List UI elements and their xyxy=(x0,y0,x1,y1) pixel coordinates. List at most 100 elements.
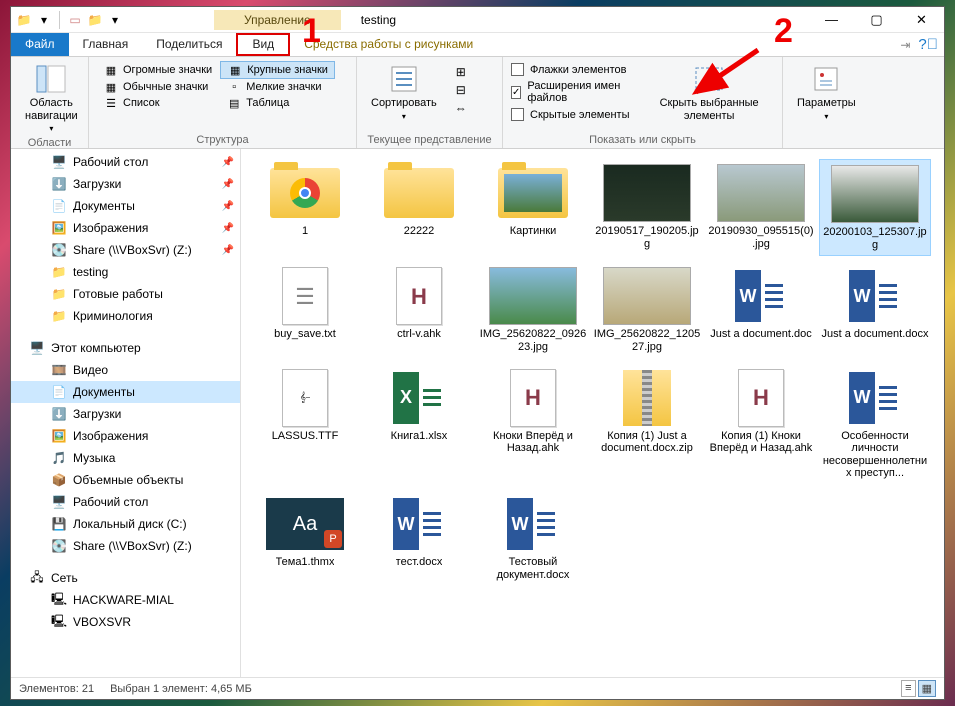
file-item[interactable]: Wтест.docx xyxy=(363,490,475,585)
file-item[interactable]: WJust a document.docx xyxy=(819,262,931,357)
nav-label: Share (\\VBoxSvr) (Z:) xyxy=(73,539,192,553)
tab-home[interactable]: Главная xyxy=(69,33,143,56)
file-thumbnail xyxy=(489,163,577,223)
nav-thispc[interactable]: 🖥️Этот компьютер xyxy=(11,337,240,359)
sort-button[interactable]: Сортировать▾ xyxy=(365,61,443,123)
layout-medium[interactable]: ▦Обычные значки xyxy=(97,79,218,95)
nav-item[interactable]: ⬇️Загрузки xyxy=(11,403,240,425)
file-thumbnail xyxy=(717,163,805,223)
file-thumbnail xyxy=(489,266,577,326)
nav-item[interactable]: 🖥️Рабочий стол xyxy=(11,491,240,513)
addcolumn-icon[interactable]: ⊟ xyxy=(453,83,469,97)
nav-label: Изображения xyxy=(73,221,148,235)
nav-item[interactable]: 📄Документы📌 xyxy=(11,195,240,217)
nav-item[interactable]: 🎞️Видео xyxy=(11,359,240,381)
nav-network[interactable]: 🖧Сеть xyxy=(11,567,240,589)
checkbox-hidden[interactable]: Скрытые элементы xyxy=(511,106,630,123)
file-name: ctrl-v.ahk xyxy=(397,328,441,341)
file-name: Особенности личности несовершеннолетних … xyxy=(821,430,929,481)
nav-icon: ⬇️ xyxy=(51,176,67,192)
navigation-pane-button[interactable]: Область навигации ▾ xyxy=(19,61,84,135)
file-item[interactable]: 𝄞⎯ LASSUS.TTF xyxy=(249,364,361,485)
file-item[interactable]: HКноки Вперёд и Назад.ahk xyxy=(477,364,589,485)
qa-dropdown-icon[interactable]: ▾ xyxy=(35,11,53,29)
close-button[interactable]: ✕ xyxy=(899,7,944,33)
layout-details[interactable]: ▤Таблица xyxy=(220,95,335,111)
options-button[interactable]: Параметры▾ xyxy=(791,61,862,123)
file-item[interactable]: Hctrl-v.ahk xyxy=(363,262,475,357)
file-item[interactable]: WТестовый документ.docx xyxy=(477,490,589,585)
dropdown-icon: ▾ xyxy=(49,124,53,133)
file-view[interactable]: 122222Картинки20190517_190205.jpg2019093… xyxy=(241,149,944,677)
file-item[interactable]: WОсобенности личности несовершеннолетних… xyxy=(819,364,931,485)
maximize-button[interactable]: ▢ xyxy=(854,7,899,33)
nav-item[interactable]: ⬇️ Загрузки 📌 xyxy=(11,173,240,195)
context-subtab[interactable]: Средства работы с рисунками xyxy=(290,33,487,56)
context-tab-manage[interactable]: Управление xyxy=(214,10,341,30)
nav-item[interactable]: 🖳HACKWARE-MIAL xyxy=(11,589,240,611)
annotation-arrow-icon xyxy=(684,44,764,104)
file-item[interactable]: 20190930_095515(0).jpg xyxy=(705,159,817,256)
new-folder-icon[interactable]: 📁 xyxy=(86,11,104,29)
file-item[interactable]: 20200103_125307.jpg xyxy=(819,159,931,256)
checkbox-item-checkboxes[interactable]: Флажки элементов xyxy=(511,61,630,78)
nav-item[interactable]: 🖼️Изображения📌 xyxy=(11,217,240,239)
nav-item[interactable]: 📁Готовые работы xyxy=(11,283,240,305)
file-thumbnail xyxy=(603,368,691,428)
file-item[interactable]: Картинки xyxy=(477,159,589,256)
details-view-icon[interactable]: ≡ xyxy=(901,680,915,697)
options-icon xyxy=(810,63,842,95)
groupby-icon[interactable]: ⊞ xyxy=(453,65,469,79)
nav-label: HACKWARE-MIAL xyxy=(73,593,174,607)
help-icon[interactable]: ?⃝ xyxy=(918,36,938,53)
file-item[interactable]: ☰buy_save.txt xyxy=(249,262,361,357)
pin-ribbon-icon[interactable]: ⇥ xyxy=(900,38,910,52)
thumb-view-icon[interactable]: ▦ xyxy=(918,680,936,697)
tab-share[interactable]: Поделиться xyxy=(142,33,236,56)
file-item[interactable]: 22222 xyxy=(363,159,475,256)
file-item[interactable]: 20190517_190205.jpg xyxy=(591,159,703,256)
nav-label: Загрузки xyxy=(73,177,121,191)
nav-item[interactable]: 🖼️Изображения xyxy=(11,425,240,447)
layout-large[interactable]: ▦Крупные значки xyxy=(220,61,335,79)
file-item[interactable]: AaPТема1.thmx xyxy=(249,490,361,585)
properties-icon[interactable]: ▭ xyxy=(66,11,84,29)
nav-item[interactable]: 📁Криминология xyxy=(11,305,240,327)
file-item[interactable]: HКопия (1) Кноки Вперёд и Назад.ahk xyxy=(705,364,817,485)
nav-label: Криминология xyxy=(73,309,153,323)
navigation-pane[interactable]: 🖥️Рабочий стол📌⬇️Загрузки📌📄Документы📌🖼️И… xyxy=(11,149,241,677)
file-item[interactable]: XКнига1.xlsx xyxy=(363,364,475,485)
nav-label: Загрузки xyxy=(73,407,121,421)
nav-item[interactable]: 🖳VBOXSVR xyxy=(11,611,240,633)
status-count: Элементов: 21 xyxy=(19,683,94,695)
file-thumbnail: W xyxy=(831,368,919,428)
layout-list[interactable]: ☰Список xyxy=(97,95,218,111)
layout-small[interactable]: ▫Мелкие значки xyxy=(220,79,335,95)
nav-item[interactable]: 🎵Музыка xyxy=(11,447,240,469)
tab-view[interactable]: Вид xyxy=(236,33,290,56)
nav-label: Share (\\VBoxSvr) (Z:) xyxy=(73,243,192,257)
nav-item[interactable]: 💾Локальный диск (C:) xyxy=(11,513,240,535)
file-item[interactable]: IMG_25620822_092623.jpg xyxy=(477,262,589,357)
tab-file[interactable]: Файл xyxy=(11,33,69,56)
file-name: LASSUS.TTF xyxy=(272,430,339,443)
nav-item[interactable]: 💽Share (\\VBoxSvr) (Z:)📌 xyxy=(11,239,240,261)
file-item[interactable]: WJust a document.doc xyxy=(705,262,817,357)
pin-icon: 📌 xyxy=(222,179,234,190)
file-item[interactable]: IMG_25620822_120527.jpg xyxy=(591,262,703,357)
layout-extra-large[interactable]: ▦Огромные значки xyxy=(97,61,218,79)
file-item[interactable]: 1 xyxy=(249,159,361,256)
checkbox-extensions[interactable]: ✓Расширения имен файлов xyxy=(511,78,630,106)
nav-item[interactable]: 🖥️Рабочий стол📌 xyxy=(11,151,240,173)
nav-item[interactable]: 📦Объемные объекты xyxy=(11,469,240,491)
file-thumbnail: 𝄞⎯ xyxy=(261,368,349,428)
minimize-button[interactable]: — xyxy=(809,7,854,33)
file-item[interactable]: Копия (1) Just a document.docx.zip xyxy=(591,364,703,485)
sizeall-icon[interactable]: ⇔ xyxy=(453,101,469,115)
nav-item[interactable]: 💽Share (\\VBoxSvr) (Z:) xyxy=(11,535,240,557)
explorer-window: 📁 ▾ ▭ 📁 ▾ Управление testing — ▢ ✕ Файл … xyxy=(10,6,945,700)
nav-item[interactable]: 📁testing xyxy=(11,261,240,283)
qa-overflow-icon[interactable]: ▾ xyxy=(106,11,124,29)
pin-icon: 📌 xyxy=(222,223,234,234)
nav-item[interactable]: 📄Документы xyxy=(11,381,240,403)
